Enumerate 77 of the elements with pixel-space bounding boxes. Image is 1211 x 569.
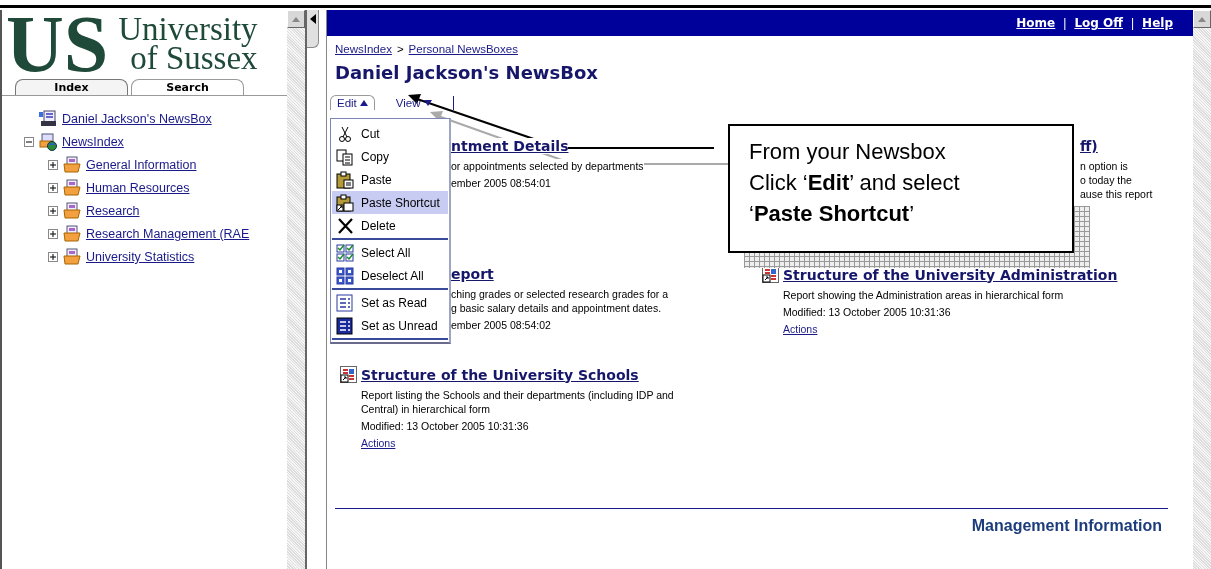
folder-icon xyxy=(62,225,82,243)
report-title[interactable]: ff) xyxy=(1080,138,1098,154)
tree-link[interactable]: General Information xyxy=(86,158,197,172)
report-title[interactable]: eport xyxy=(451,266,494,282)
report-description: Report showing the Administration areas in hierarchical form xyxy=(783,288,1064,302)
report-description: ching grades or selected research grades for a g basic salary details and appointment dates. xyxy=(451,287,669,315)
report-icon[interactable] xyxy=(340,366,357,383)
tree-link[interactable]: Human Resources xyxy=(86,181,190,195)
tree-link[interactable]: Research Management (RAE xyxy=(86,227,250,241)
tab[interactable]: Search xyxy=(131,79,244,95)
menu-item[interactable]: Set as Read xyxy=(332,291,448,314)
report-description: n option is o today the ause this report xyxy=(1080,159,1153,201)
modified-date: ember 2005 08:54:02 xyxy=(451,318,551,332)
scroll-up-button[interactable] xyxy=(1193,10,1211,28)
splitter-bar[interactable] xyxy=(305,10,327,569)
report-title[interactable]: Structure of the University Schools xyxy=(361,366,639,383)
close-icon xyxy=(336,216,354,235)
expand-icon[interactable] xyxy=(48,183,58,193)
nav-separator: | xyxy=(1063,16,1067,30)
clipboard-icon xyxy=(336,170,354,189)
menu-item[interactable]: Delete xyxy=(332,214,448,237)
breadcrumb-link[interactable]: Personal NewsBoxes xyxy=(408,43,518,55)
menu-item[interactable]: Paste xyxy=(332,168,448,191)
copy-icon xyxy=(336,147,354,166)
modified-date: Modified: 13 October 2005 10:31:36 xyxy=(783,305,951,319)
expand-icon[interactable] xyxy=(48,229,58,239)
actions-link[interactable]: Actions xyxy=(361,436,396,450)
menu-item[interactable]: Deselect All xyxy=(332,264,448,287)
menu-item[interactable]: Set as Unread xyxy=(332,314,448,337)
nav-link[interactable]: Help xyxy=(1142,16,1173,30)
scrollbar[interactable] xyxy=(287,10,305,569)
menu-item[interactable]: Cut xyxy=(332,122,448,145)
globe-folder-icon xyxy=(38,133,58,151)
scissors-icon xyxy=(336,124,354,143)
modified-date: Modified: 13 October 2005 10:31:36 xyxy=(361,419,529,433)
empty-grid-icon xyxy=(336,266,354,285)
menu-tab[interactable]: Edit xyxy=(330,95,375,110)
tree-link[interactable]: NewsIndex xyxy=(62,135,124,149)
logo-mark: US xyxy=(6,10,110,78)
list-icon xyxy=(336,316,354,335)
scroll-up-button[interactable] xyxy=(287,10,305,28)
nav-separator: | xyxy=(1131,16,1135,30)
caret-icon[interactable] xyxy=(359,100,368,106)
breadcrumb-separator: > xyxy=(396,43,404,55)
menu-tab[interactable]: View xyxy=(388,95,439,110)
scrollbar[interactable] xyxy=(1193,10,1211,569)
expand-icon[interactable] xyxy=(48,160,58,170)
list-icon xyxy=(336,293,354,312)
menu-item[interactable]: Copy xyxy=(332,145,448,168)
expand-icon[interactable] xyxy=(48,252,58,262)
modified-date: ember 2005 08:54:01 xyxy=(451,176,551,190)
nav-link[interactable]: Home xyxy=(1016,16,1056,30)
page-title: Daniel Jackson's NewsBox xyxy=(334,61,599,83)
collapse-icon[interactable] xyxy=(24,137,34,147)
caret-icon[interactable] xyxy=(423,100,432,106)
clipboard-shortcut-icon xyxy=(336,193,354,212)
actions-link[interactable]: Actions xyxy=(783,322,818,336)
menu-item[interactable]: Paste Shortcut xyxy=(332,191,448,214)
checked-grid-icon xyxy=(336,243,354,262)
report-title[interactable]: ntment Details xyxy=(451,138,569,154)
report-description: or appointments selected by departments xyxy=(451,159,644,173)
folder-icon xyxy=(62,202,82,220)
newsbox-icon xyxy=(38,110,58,128)
folder-icon xyxy=(62,156,82,174)
tab[interactable]: Index xyxy=(15,79,128,95)
menu-item[interactable]: Select All xyxy=(332,241,448,264)
tree-link[interactable]: Daniel Jackson's NewsBox xyxy=(62,112,212,126)
breadcrumb-link[interactable]: NewsIndex xyxy=(335,43,392,55)
footer-title: Management Information xyxy=(971,517,1162,535)
folder-icon xyxy=(62,248,82,266)
tree-link[interactable]: University Statistics xyxy=(86,250,195,264)
nav-link[interactable]: Log Off xyxy=(1074,16,1123,30)
callout-text: From your Newsbox Click ‘Edit’ and select ‘Paste Shortcut’ xyxy=(749,138,961,228)
folder-icon xyxy=(62,179,82,197)
tree-link[interactable]: Research xyxy=(86,204,140,218)
collapse-arrow-icon[interactable] xyxy=(309,14,316,24)
expand-icon[interactable] xyxy=(48,206,58,216)
